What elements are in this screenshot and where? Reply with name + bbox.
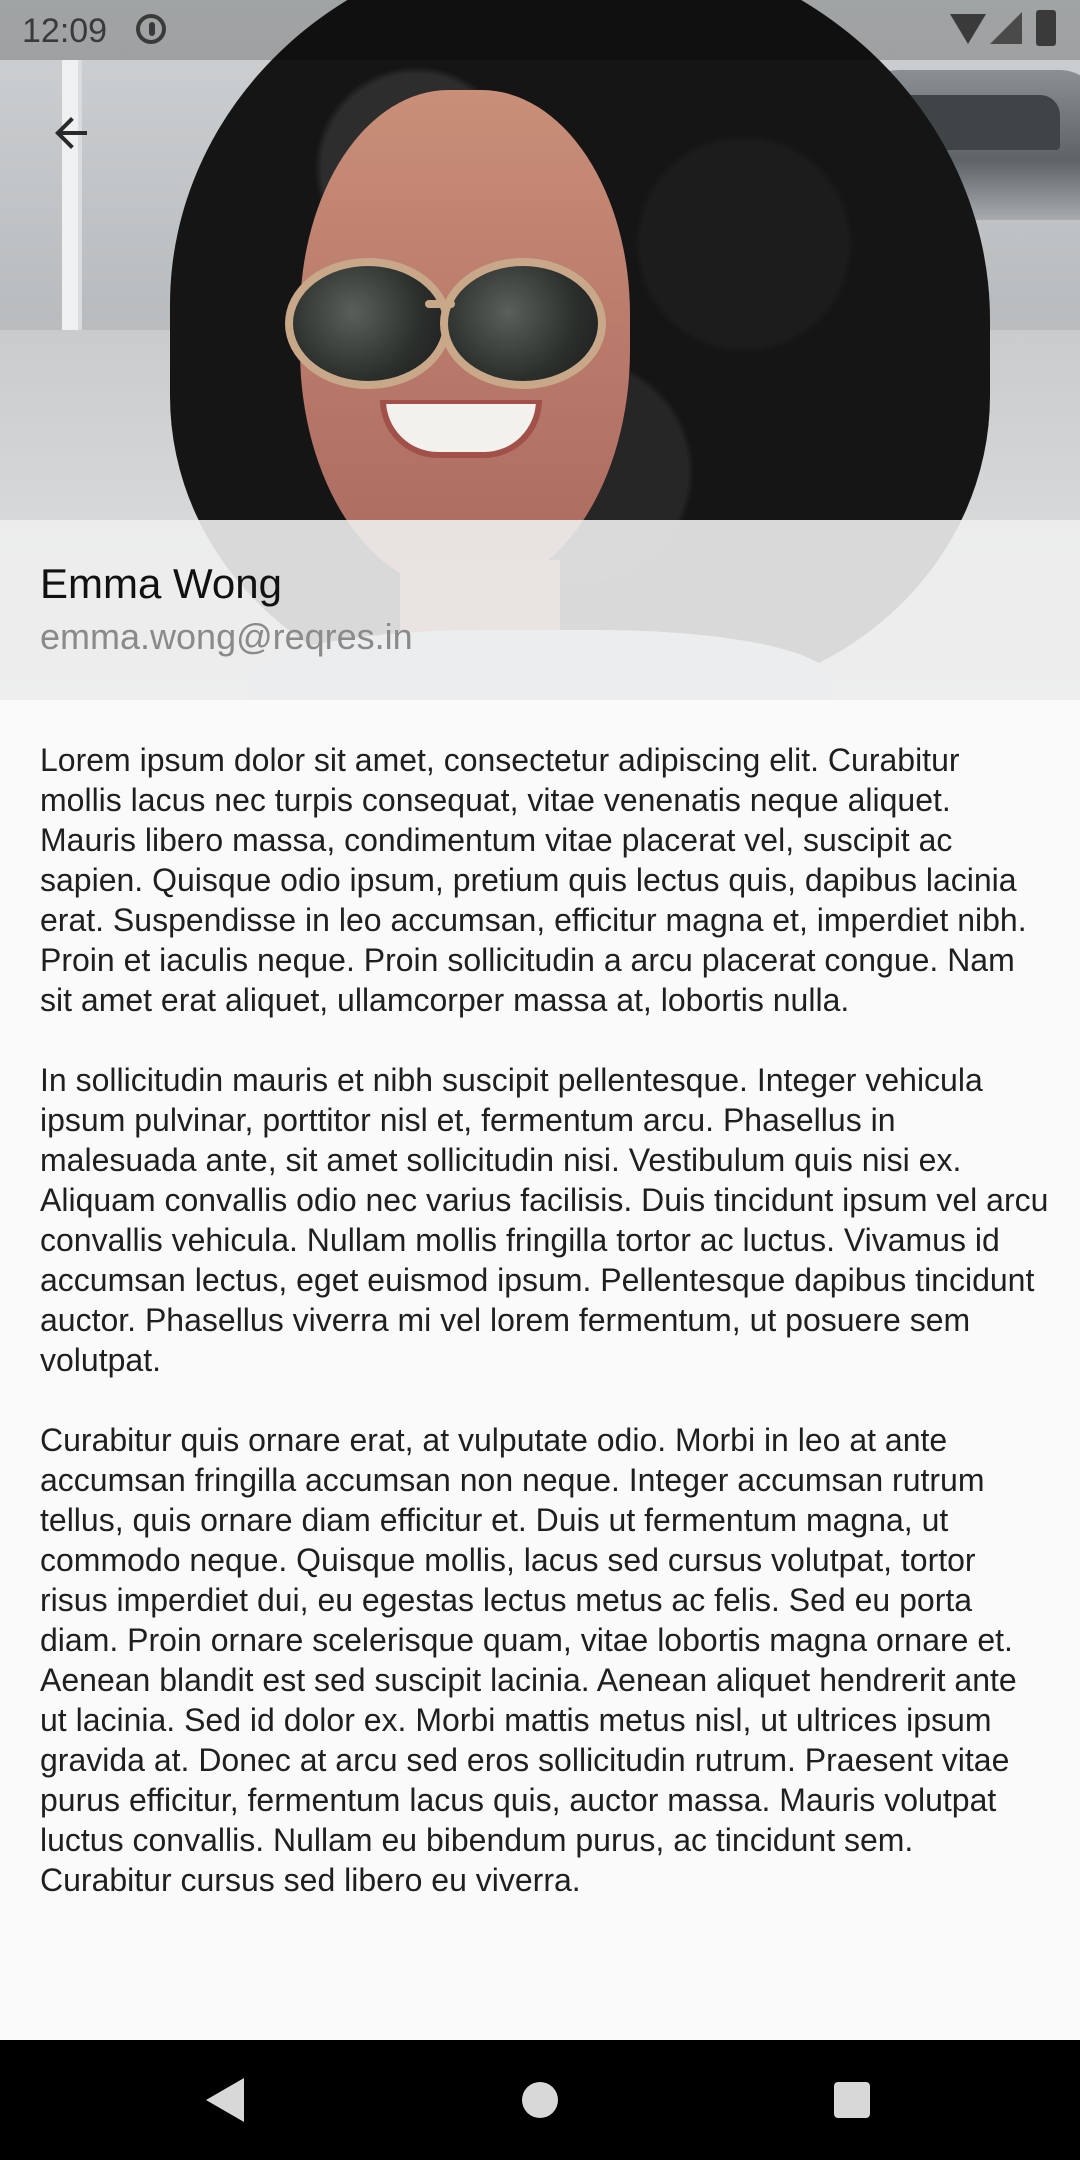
- description-paragraph: Lorem ipsum dolor sit amet, consectetur …: [40, 742, 1027, 1018]
- battery-icon: [1036, 10, 1056, 46]
- status-bar: 12:09: [0, 0, 1080, 60]
- user-email: emma.wong@reqres.in: [40, 616, 413, 657]
- profile-description[interactable]: Lorem ipsum dolor sit amet, consectetur …: [0, 700, 1080, 2000]
- nav-home-icon[interactable]: [522, 2082, 558, 2118]
- sunglasses-bridge: [425, 300, 455, 308]
- do-not-disturb-icon: [136, 14, 166, 44]
- cell-signal-icon: [990, 12, 1022, 44]
- wifi-icon: [950, 14, 986, 44]
- profile-header: Emma Wong emma.wong@reqres.in: [0, 520, 1080, 700]
- status-time: 12:09: [22, 12, 108, 50]
- navigation-bar: [0, 2040, 1080, 2160]
- back-button[interactable]: [36, 98, 106, 168]
- description-paragraph: Curabitur quis ornare erat, at vulputate…: [40, 1422, 1017, 1898]
- sunglasses-right-lens: [440, 258, 606, 389]
- nav-back-icon[interactable]: [206, 2078, 244, 2122]
- user-name: Emma Wong: [40, 560, 282, 607]
- arrow-back-icon: [55, 117, 87, 149]
- nav-recents-icon[interactable]: [834, 2082, 870, 2118]
- description-paragraph: In sollicitudin mauris et nibh suscipit …: [40, 1062, 1049, 1378]
- sunglasses-left-lens: [285, 258, 451, 389]
